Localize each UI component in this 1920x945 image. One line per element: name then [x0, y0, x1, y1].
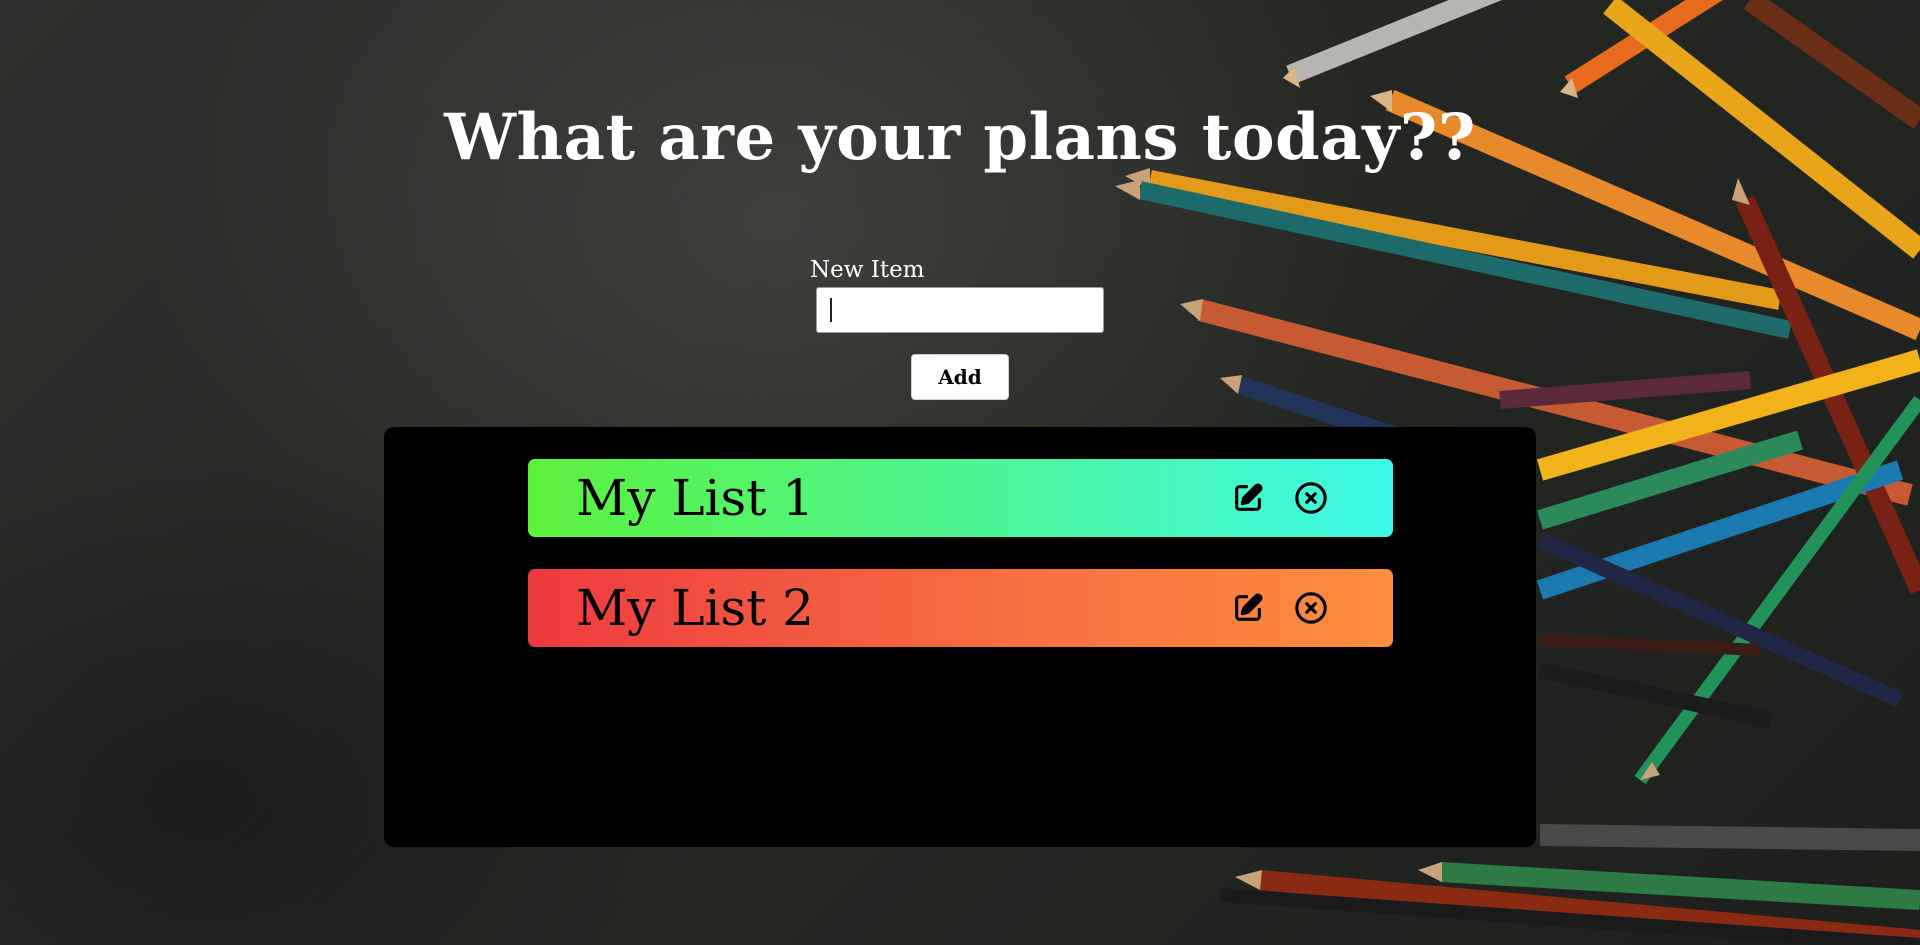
list-title: My List 1 [576, 469, 814, 527]
close-circle-icon[interactable] [1293, 590, 1329, 626]
page-title: What are your plans today?? [444, 100, 1476, 175]
edit-icon[interactable] [1230, 590, 1266, 626]
new-item-label: New Item [810, 257, 925, 283]
new-item-form: New Item [808, 256, 1118, 333]
edit-icon[interactable] [1230, 480, 1266, 516]
list-title: My List 2 [576, 579, 814, 637]
add-button[interactable]: Add [911, 354, 1009, 400]
text-cursor [830, 298, 832, 322]
list-card[interactable]: My List 2 [528, 569, 1393, 647]
new-item-input[interactable] [816, 287, 1104, 333]
close-circle-icon[interactable] [1293, 480, 1329, 516]
list-card[interactable]: My List 1 [528, 459, 1393, 537]
lists-panel: My List 1 My List 2 [384, 427, 1536, 847]
